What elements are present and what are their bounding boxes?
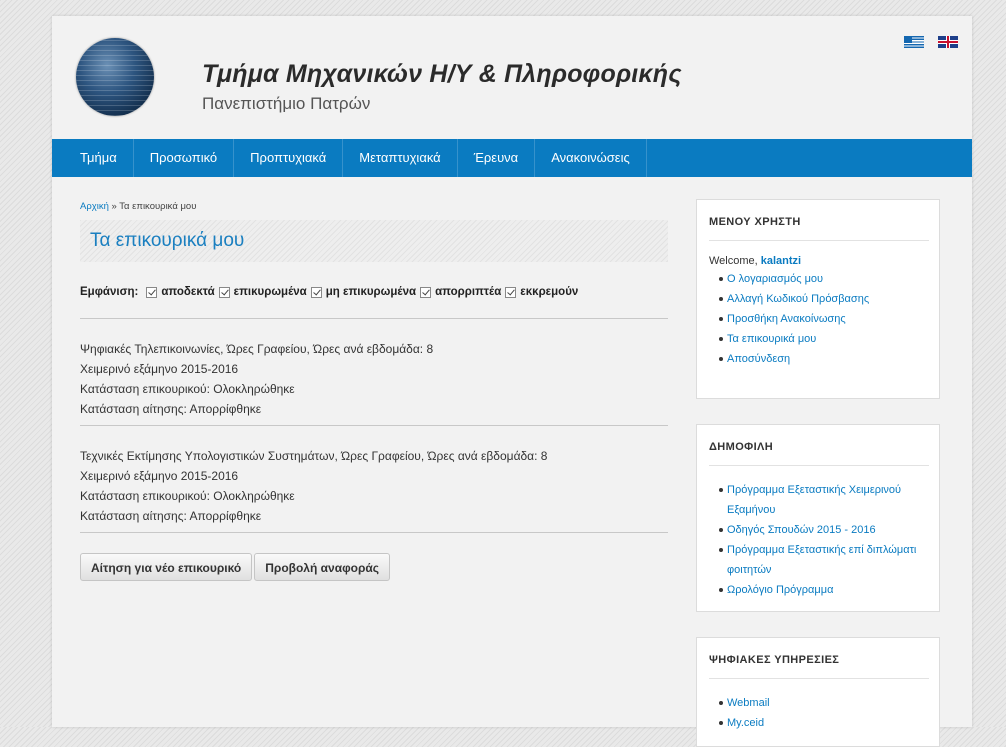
entry-status: Κατάσταση επικουρικού: Ολοκληρώθηκε [80, 382, 295, 396]
entry-application-status: Κατάσταση αίτησης: Απορρίφθηκε [80, 402, 262, 416]
main-content: Αρχική » Τα επικουρικά μου Τα επικουρικά… [80, 201, 668, 581]
assistantship-entry: Ψηφιακές Τηλεπικοινωνίες, Ώρες Γραφείου,… [80, 319, 668, 419]
nav-item-research[interactable]: Έρευνα [458, 139, 536, 177]
nav-item-postgraduate[interactable]: Μεταπτυχιακά [343, 139, 458, 177]
digital-services-title: ΨΗΦΙΑΚΕΣ ΥΠΗΡΕΣΙΕΣ [709, 654, 929, 679]
filter-validated-label[interactable]: επικυρωμένα [234, 286, 307, 298]
filter-rejected-checkbox[interactable] [420, 286, 432, 298]
nav-item-announcements[interactable]: Ανακοινώσεις [535, 139, 647, 177]
breadcrumb-current: Τα επικουρικά μου [119, 201, 197, 212]
digital-services-list: Webmail My.ceid [709, 693, 929, 733]
entry-status: Κατάσταση επικουρικού: Ολοκληρώθηκε [80, 489, 295, 503]
breadcrumb-separator: » [108, 201, 120, 212]
nav-item-undergraduate[interactable]: Προπτυχιακά [234, 139, 344, 177]
user-menu-item-account[interactable]: Ο λογαριασμός μου [719, 269, 929, 289]
main-nav: Τμήμα Προσωπικό Προπτυχιακά Μεταπτυχιακά… [52, 139, 972, 177]
filter-unvalidated-label[interactable]: μη επικυρωμένα [326, 286, 416, 298]
user-menu-item-add-announcement[interactable]: Προσθήκη Ανακοίνωσης [719, 309, 929, 329]
popular-item-study-guide[interactable]: Οδηγός Σπουδών 2015 - 2016 [719, 520, 929, 540]
breadcrumb: Αρχική » Τα επικουρικά μου [80, 201, 668, 212]
filter-pending-label[interactable]: εκκρεμούν [520, 286, 578, 298]
entry-semester: Χειμερινό εξάμηνο 2015-2016 [80, 362, 239, 376]
welcome-label: Welcome, [709, 255, 758, 267]
user-menu-title: ΜΕΝΟΥ ΧΡΗΣΤΗ [709, 216, 929, 241]
user-menu-item-my-assistantships[interactable]: Τα επικουρικά μου [719, 329, 929, 349]
university-logo-icon[interactable] [76, 38, 154, 116]
language-switcher [904, 36, 958, 48]
user-menu-block: ΜΕΝΟΥ ΧΡΗΣΤΗ Welcome, kalantzi Ο λογαρια… [696, 199, 940, 399]
popular-title: ΔΗΜΟΦΙΛΗ [709, 441, 929, 466]
site-title[interactable]: Τμήμα Μηχανικών Η/Υ & Πληροφορικής [202, 60, 682, 89]
filter-pending-checkbox[interactable] [505, 286, 517, 298]
user-menu-list: Ο λογαριασμός μου Αλλαγή Κωδικού Πρόσβασ… [709, 269, 929, 369]
service-item-webmail[interactable]: Webmail [719, 693, 929, 713]
entry-semester: Χειμερινό εξάμηνο 2015-2016 [80, 469, 239, 483]
nav-item-staff[interactable]: Προσωπικό [134, 139, 235, 177]
page-container: Τμήμα Μηχανικών Η/Υ & Πληροφορικής Πανεπ… [52, 16, 972, 747]
filter-rejected-label[interactable]: απορριπτέα [435, 286, 501, 298]
filter-validated-checkbox[interactable] [218, 286, 230, 298]
new-assistantship-button[interactable]: Αίτηση για νέο επικουρικό [80, 553, 253, 581]
filters-label: Εμφάνιση: [80, 286, 139, 298]
filter-accepted-label[interactable]: αποδεκτά [161, 286, 214, 298]
page-title: Τα επικουρικά μου [90, 230, 245, 251]
action-buttons: Αίτηση για νέο επικουρικό Προβολή αναφορ… [80, 553, 668, 581]
filter-accepted-checkbox[interactable] [146, 286, 158, 298]
site-header: Τμήμα Μηχανικών Η/Υ & Πληροφορικής Πανεπ… [52, 16, 972, 137]
page-title-box: Τα επικουρικά μου [80, 220, 668, 262]
popular-item-timetable[interactable]: Ωρολόγιο Πρόγραμμα [719, 580, 929, 600]
entry-application-status: Κατάσταση αίτησης: Απορρίφθηκε [80, 509, 262, 523]
popular-item-winter-exams[interactable]: Πρόγραμμα Εξεταστικής Χειμερινού Εξαμήνο… [719, 480, 929, 520]
username-link[interactable]: kalantzi [761, 255, 801, 267]
status-filters: Εμφάνιση: αποδεκτά επικυρωμένα μη επικυρ… [80, 286, 668, 298]
popular-block: ΔΗΜΟΦΙΛΗ Πρόγραμμα Εξεταστικής Χειμερινο… [696, 424, 940, 612]
entry-course: Ψηφιακές Τηλεπικοινωνίες, Ώρες Γραφείου,… [80, 342, 434, 356]
divider [80, 532, 668, 533]
welcome-text: Welcome, kalantzi [709, 255, 929, 267]
popular-list: Πρόγραμμα Εξεταστικής Χειμερινού Εξαμήνο… [709, 480, 929, 600]
digital-services-block: ΨΗΦΙΑΚΕΣ ΥΠΗΡΕΣΙΕΣ Webmail My.ceid [696, 637, 940, 747]
assistantship-entry: Τεχνικές Εκτίμησης Υπολογιστικών Συστημά… [80, 426, 668, 526]
uk-flag-icon[interactable] [938, 36, 958, 48]
service-item-myceid[interactable]: My.ceid [719, 713, 929, 733]
view-report-button[interactable]: Προβολή αναφοράς [254, 553, 391, 581]
entry-course: Τεχνικές Εκτίμησης Υπολογιστικών Συστημά… [80, 449, 548, 463]
greek-flag-icon[interactable] [904, 36, 924, 48]
user-menu-item-change-password[interactable]: Αλλαγή Κωδικού Πρόσβασης [719, 289, 929, 309]
breadcrumb-home-link[interactable]: Αρχική [80, 201, 109, 212]
site-subtitle: Πανεπιστήμιο Πατρών [202, 94, 371, 113]
user-menu-item-logout[interactable]: Αποσύνδεση [719, 349, 929, 369]
filter-unvalidated-checkbox[interactable] [310, 286, 322, 298]
nav-item-department[interactable]: Τμήμα [52, 139, 134, 177]
popular-item-diploma-exams[interactable]: Πρόγραμμα Εξεταστικής επί διπλώματι φοιτ… [719, 540, 929, 580]
